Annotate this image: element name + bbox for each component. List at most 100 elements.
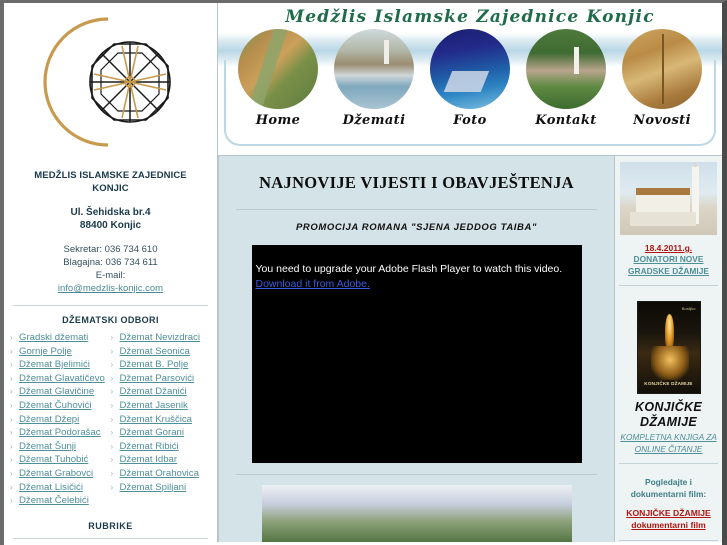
email-link[interactable]: info@medzlis-konjic.com — [10, 282, 211, 295]
chevron-right-icon: › — [10, 333, 13, 342]
list-item[interactable]: › Džemat Šunji — [10, 440, 111, 454]
dzemat-link[interactable]: Džemat Čuhovići — [19, 399, 92, 413]
list-item[interactable]: › Gornje Polje — [10, 345, 111, 359]
chevron-right-icon: › — [110, 346, 114, 356]
chevron-right-icon: › — [10, 414, 13, 424]
list-item[interactable]: › Džemat Džepi — [10, 413, 111, 427]
list-item[interactable]: › Džemat Seonica — [111, 345, 212, 359]
documentary-note: Pogledajte i dokumentarni film: — [630, 477, 707, 499]
list-item[interactable]: › Džemat B. Polje — [111, 358, 212, 372]
list-item[interactable]: › Džemat Tuhobić — [10, 453, 111, 467]
dzemat-link[interactable]: Džemat Čelebići — [19, 494, 89, 508]
list-item[interactable]: › Džemat Grabovci — [10, 467, 111, 481]
chevron-right-icon: › — [10, 482, 13, 492]
dzemat-link[interactable]: Džemat Ribići — [120, 440, 179, 454]
dzemat-link[interactable]: Džemat Parsovići — [120, 372, 195, 386]
main-content: NAJNOVIJE VIJESTI I OBAVJEŠTENJA PROMOCI… — [218, 155, 614, 545]
dzemat-link[interactable]: Džemat Seonica — [120, 345, 190, 359]
chevron-right-icon: › — [110, 414, 114, 424]
list-item[interactable]: › Džemat Ribići — [111, 440, 212, 454]
org-name: MEDŽLIS ISLAMSKE ZAJEDNICE KONJIC — [34, 170, 187, 194]
list-item[interactable]: › Džemat Lisičići — [10, 481, 111, 495]
list-item[interactable]: › Džemat Čuhovići — [10, 399, 111, 413]
nav-item-foto[interactable]: Foto — [424, 29, 516, 128]
nav-item-home[interactable]: Home — [232, 29, 324, 128]
dzemat-link[interactable]: Džemat Jasenik — [120, 399, 188, 413]
chevron-right-icon: › — [110, 441, 114, 451]
nav-item-dzemati[interactable]: Džemati — [328, 29, 420, 128]
chevron-right-icon: › — [110, 455, 114, 465]
chevron-right-icon: › — [110, 360, 114, 370]
phone-treasury: Blagajna: 036 734 611 — [63, 257, 158, 268]
list-item[interactable]: › Džemat Glavičine — [10, 385, 111, 399]
flash-upgrade-message: You need to upgrade your Adobe Flash Pla… — [255, 263, 563, 275]
list-item[interactable]: › Džemat Bjelimići — [10, 358, 111, 372]
documentary-link[interactable]: KONJIČKE DŽAMIJE dokumentarni film — [620, 500, 717, 531]
dzemat-link[interactable]: Džemat Nevizdraci — [120, 331, 201, 345]
dzemat-link[interactable]: Džemat Gorani — [120, 426, 185, 440]
donors-link[interactable]: DONATORI NOVE GRADSKE DŽAMIJE — [620, 254, 717, 277]
list-item[interactable]: › Gradski džemati — [10, 331, 111, 345]
list-item[interactable]: › Džemat Idbar — [111, 453, 212, 467]
dzemat-link[interactable]: Džemat Kruščica — [120, 413, 193, 427]
right-sidebar: 18.4.2011.g. DONATORI NOVE GRADSKE DŽAMI… — [614, 155, 722, 545]
list-item[interactable]: › Džemat Čelebići — [10, 494, 111, 508]
chevron-right-icon: › — [10, 441, 13, 451]
dzemat-link[interactable]: Gradski džemati — [19, 331, 88, 345]
dzemat-link[interactable]: Džemat Orahovica — [120, 467, 199, 481]
konjicke-dzamije-book-cover-icon: Bosiljko KONJIČKE DŽAMIJE — [636, 301, 701, 394]
chevron-right-icon: › — [10, 400, 13, 410]
chevron-right-icon: › — [110, 428, 114, 438]
org-contact: Sekretar: 036 734 610 Blagajna: 036 734 … — [10, 243, 211, 295]
donors-date: 18.4.2011.g. — [644, 243, 693, 253]
book-online-read-link[interactable]: KOMPLETNA KNJIGA ZA ONLINE ČITANJE — [620, 430, 717, 455]
dzemat-link[interactable]: Džemat Idbar — [120, 453, 178, 467]
dzemat-link[interactable]: Džemat Džanići — [120, 385, 187, 399]
nav-label: Home — [255, 113, 301, 128]
dzemat-link[interactable]: Džemat Glavičine — [19, 385, 94, 399]
aerial-town-photo-icon — [238, 29, 318, 109]
dzemat-link[interactable]: Džemat Glavatičevo — [19, 372, 105, 386]
list-item[interactable]: › Džemat Parsovići — [111, 372, 212, 386]
dzemat-link[interactable]: Gornje Polje — [19, 345, 72, 359]
list-item[interactable]: › Džemat Glavatičevo — [10, 372, 111, 386]
book-block[interactable]: Bosiljko KONJIČKE DŽAMIJE KONJIČKE DŽAMI… — [615, 286, 722, 455]
list-item[interactable]: › Džemat Džanići — [111, 385, 212, 399]
phone-secretary: Sekretar: 036 734 610 — [63, 244, 158, 255]
list-item[interactable]: › Džemat Jasenik — [111, 399, 212, 413]
dzemat-link[interactable]: Džemat Podorašac — [19, 426, 101, 440]
night-water-photo-icon — [430, 29, 510, 109]
list-item[interactable]: › Džemat Kruščica — [111, 413, 212, 427]
minaret-light-shape — [664, 314, 674, 348]
dzemat-link[interactable]: Džemat Spiljani — [120, 481, 187, 495]
dzemat-link[interactable]: Džemat B. Polje — [120, 358, 189, 372]
chevron-right-icon: › — [110, 468, 114, 478]
list-item[interactable]: › Džemat Spiljani — [111, 481, 212, 495]
donors-block[interactable]: 18.4.2011.g. DONATORI NOVE GRADSKE DŽAMI… — [615, 156, 722, 277]
dzemat-link[interactable]: Džemat Šunji — [19, 440, 76, 454]
nav-item-kontakt[interactable]: Kontakt — [520, 29, 612, 128]
dzemati-column-left: › Gradski džemati › Gornje Polje › Džemat B… — [10, 331, 111, 508]
nav-item-novosti[interactable]: Novosti — [616, 29, 708, 128]
book-title: KONJIČKE DŽAMIJE — [635, 400, 702, 429]
dzemat-link[interactable]: Džemat Lisičići — [19, 481, 83, 495]
konjic-landscape-photo-icon — [261, 485, 572, 545]
list-item[interactable]: › Džemat Gorani — [111, 426, 212, 440]
nav-label: Kontakt — [535, 113, 597, 128]
flash-download-link[interactable]: Download it from Adobe. — [256, 277, 370, 292]
page-title: NAJNOVIJE VIJESTI I OBAVJEŠTENJA — [259, 173, 574, 192]
dzemat-link[interactable]: Džemat Tuhobić — [19, 453, 88, 467]
list-item[interactable]: › Džemat Nevizdraci — [111, 331, 212, 345]
riverside-town-photo-icon — [334, 29, 414, 109]
dzemat-link[interactable]: Džemat Grabovci — [19, 467, 93, 481]
dzemati-list: › Gradski džemati › Gornje Polje › Džemat B… — [4, 331, 217, 508]
documentary-block[interactable]: Pogledajte i dokumentarni film: KONJIČKE… — [615, 464, 722, 531]
old-quran-photo-icon — [622, 29, 702, 109]
dzemat-link[interactable]: Džemat Džepi — [19, 413, 79, 427]
list-item[interactable]: › Džemat Orahovica — [111, 467, 212, 481]
book-cover-caption: KONJIČKE DŽAMIJE — [644, 381, 693, 386]
list-item[interactable]: › Džemat Podorašac — [10, 426, 111, 440]
flash-video-player[interactable]: You need to upgrade your Adobe Flash Pla… — [251, 245, 582, 463]
article-title: PROMOCIJA ROMANA "SJENA JEDDOG TAIBA" — [295, 222, 538, 233]
dzemat-link[interactable]: Džemat Bjelimići — [19, 358, 90, 372]
